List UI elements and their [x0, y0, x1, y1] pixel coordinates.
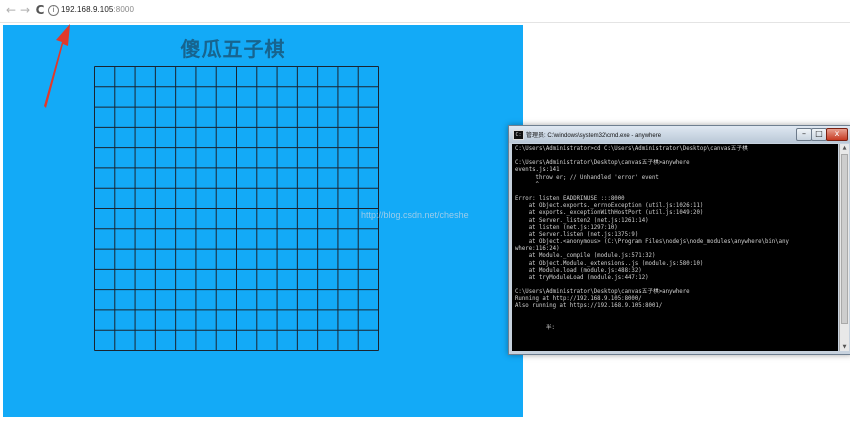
cmd-line: at listen (net.js:1297:10)	[515, 224, 618, 231]
cmd-line: where:116:24)	[515, 246, 560, 253]
cmd-line: throw er; // Unhandled 'error' event	[515, 174, 659, 181]
cmd-line: at Module.load (module.js:488:32)	[515, 267, 642, 274]
game-page: 傻瓜五子棋	[3, 25, 523, 417]
back-arrow-icon[interactable]: ←	[4, 2, 18, 18]
address-bar[interactable]: 192.168.9.105:8000	[61, 5, 134, 14]
cmd-line: 半:	[515, 324, 555, 331]
annotation-arrow-icon	[44, 24, 70, 108]
cmd-window[interactable]: C: 管理员: C:\windows\system32\cmd.exe - an…	[508, 125, 850, 355]
cmd-line: C:\Users\Administrator\Desktop\canvas五子棋…	[515, 160, 690, 167]
scroll-down-icon[interactable]: ▼	[840, 343, 849, 351]
url-host: 192.168.9.105	[61, 5, 114, 14]
cmd-line: C:\Users\Administrator\Desktop\canvas五子棋…	[515, 289, 690, 296]
cmd-line: Running at http://192.168.9.105:8000/	[515, 296, 642, 303]
cmd-line: at Module._compile (module.js:571:32)	[515, 253, 656, 260]
scroll-up-icon[interactable]: ▲	[840, 144, 849, 152]
cmd-title: 管理员: C:\windows\system32\cmd.exe - anywh…	[526, 133, 662, 139]
cmd-line: at exports._exceptionWithHostPort (util.…	[515, 210, 704, 217]
forward-arrow-icon[interactable]: →	[18, 2, 32, 18]
cmd-line: at Object.Module._extensions..js (module…	[515, 260, 704, 267]
cmd-line: at Server._listen2 (net.js:1261:14)	[515, 217, 649, 224]
cmd-line: Also running at https://192.168.9.105:80…	[515, 303, 663, 310]
cmd-icon: C:	[513, 130, 524, 140]
gomoku-board[interactable]	[94, 66, 379, 351]
cmd-line: ^	[515, 181, 539, 188]
cmd-line: at Server.listen (net.js:1375:9)	[515, 231, 639, 238]
cmd-line: C:\Users\Administrator>cd C:\Users\Admin…	[515, 146, 748, 152]
minimize-button[interactable]: –	[796, 128, 812, 141]
cmd-line: events.js:141	[515, 167, 560, 174]
cmd-output-text: C:\Users\Administrator>cd C:\Users\Admin…	[512, 144, 838, 334]
cmd-titlebar[interactable]: C: 管理员: C:\windows\system32\cmd.exe - an…	[509, 126, 850, 143]
browser-toolbar: ← → C i 192.168.9.105:8000	[0, 0, 850, 23]
info-icon[interactable]: i	[48, 5, 59, 16]
cmd-scrollbar[interactable]: ▲ ▼	[839, 144, 849, 351]
cmd-line: Error: listen EADDRINUSE :::8000	[515, 196, 625, 203]
maximize-button[interactable]: □	[811, 128, 827, 141]
cmd-line: at Object.<anonymous> (C:\Program Files\…	[515, 239, 789, 246]
url-port: :8000	[113, 5, 134, 14]
watermark: http://blog.csdn.net/cheshe	[361, 210, 469, 220]
cmd-line: at tryModuleLoad (module.js:447:12)	[515, 274, 649, 281]
scroll-thumb[interactable]	[841, 154, 848, 324]
reload-icon[interactable]: C	[33, 2, 47, 18]
cmd-line: at Object.exports._errnoException (util.…	[515, 203, 704, 210]
cmd-output[interactable]: C:\Users\Administrator>cd C:\Users\Admin…	[512, 144, 838, 351]
close-button[interactable]: x	[826, 128, 848, 141]
